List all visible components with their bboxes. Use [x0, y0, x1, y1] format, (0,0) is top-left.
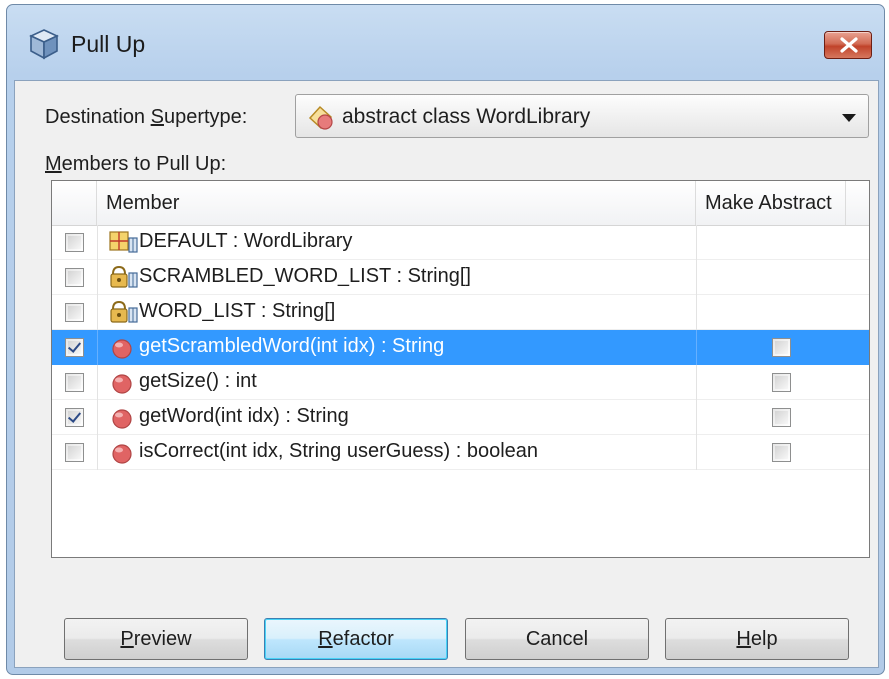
pull-up-checkbox[interactable]: [65, 373, 84, 392]
cell-divider: [97, 330, 98, 365]
table-row[interactable]: DEFAULT : WordLibrary: [52, 225, 869, 260]
member-name: getScrambledWord(int idx) : String: [139, 335, 445, 357]
destination-supertype-dropdown[interactable]: abstract class WordLibrary: [295, 94, 869, 138]
member-name: SCRAMBLED_WORD_LIST : String[]: [139, 265, 471, 287]
cell-divider: [696, 330, 697, 365]
member-name: WORD_LIST : String[]: [139, 300, 336, 322]
member-name: getSize() : int: [139, 370, 257, 392]
refactor-button[interactable]: Refactor: [264, 618, 448, 660]
cancel-button[interactable]: Cancel: [465, 618, 649, 660]
preview-button[interactable]: Preview: [64, 618, 248, 660]
private-static-field-icon: [109, 300, 139, 326]
close-button[interactable]: [824, 31, 872, 59]
destination-supertype-label: Destination Supertype:: [45, 106, 248, 128]
destination-supertype-value: abstract class WordLibrary: [342, 105, 591, 128]
table-row[interactable]: SCRAMBLED_WORD_LIST : String[]: [52, 260, 869, 295]
method-icon: [109, 335, 139, 361]
cell-divider: [97, 225, 98, 260]
pull-up-checkbox[interactable]: [65, 303, 84, 322]
dialog-body: Destination Supertype: abstract class Wo…: [14, 80, 879, 668]
method-icon: [109, 405, 139, 431]
cell-divider: [696, 225, 697, 260]
pull-up-checkbox[interactable]: [65, 268, 84, 287]
app-cube-icon: [27, 27, 61, 61]
header-member-label: Member: [106, 192, 180, 214]
table-header: Member Make Abstract: [52, 181, 869, 226]
close-icon: [840, 37, 858, 53]
header-make-abstract-label: Make Abstract: [705, 192, 832, 214]
chevron-down-icon: [842, 114, 856, 122]
header-checkbox-column[interactable]: [52, 181, 97, 225]
make-abstract-checkbox[interactable]: [772, 338, 791, 357]
pull-up-checkbox[interactable]: [65, 233, 84, 252]
cell-divider: [696, 435, 697, 470]
table-row[interactable]: getScrambledWord(int idx) : String: [52, 330, 869, 365]
help-button[interactable]: Help: [665, 618, 849, 660]
make-abstract-checkbox[interactable]: [772, 443, 791, 462]
abstract-class-icon: [306, 103, 336, 131]
cell-divider: [97, 400, 98, 435]
cell-divider: [97, 260, 98, 295]
members-label: Members to Pull Up:: [45, 153, 227, 175]
cell-divider: [97, 435, 98, 470]
title-bar[interactable]: Pull Up: [7, 5, 884, 81]
member-name: getWord(int idx) : String: [139, 405, 349, 427]
method-icon: [109, 370, 139, 396]
private-static-field-icon: [109, 265, 139, 291]
make-abstract-checkbox[interactable]: [772, 408, 791, 427]
window-title: Pull Up: [71, 31, 146, 57]
cell-divider: [696, 400, 697, 435]
table-row[interactable]: isCorrect(int idx, String userGuess) : b…: [52, 435, 869, 470]
members-table: Member Make Abstract DEFAULT : WordLibra…: [51, 180, 870, 558]
cell-divider: [696, 260, 697, 295]
table-row[interactable]: WORD_LIST : String[]: [52, 295, 869, 330]
cell-divider: [696, 365, 697, 400]
header-member[interactable]: Member: [97, 181, 696, 225]
static-field-icon: [109, 230, 139, 256]
pull-up-dialog: Pull Up Destination Supertype: abstract …: [6, 4, 885, 675]
cell-divider: [696, 295, 697, 330]
pull-up-checkbox[interactable]: [65, 443, 84, 462]
member-name: isCorrect(int idx, String userGuess) : b…: [139, 440, 539, 462]
cell-divider: [97, 295, 98, 330]
make-abstract-checkbox[interactable]: [772, 373, 791, 392]
header-make-abstract[interactable]: Make Abstract: [696, 181, 846, 225]
pull-up-checkbox[interactable]: [65, 338, 84, 357]
table-row[interactable]: getSize() : int: [52, 365, 869, 400]
cell-divider: [97, 365, 98, 400]
table-row[interactable]: getWord(int idx) : String: [52, 400, 869, 435]
member-name: DEFAULT : WordLibrary: [139, 230, 353, 252]
method-icon: [109, 440, 139, 466]
pull-up-checkbox[interactable]: [65, 408, 84, 427]
